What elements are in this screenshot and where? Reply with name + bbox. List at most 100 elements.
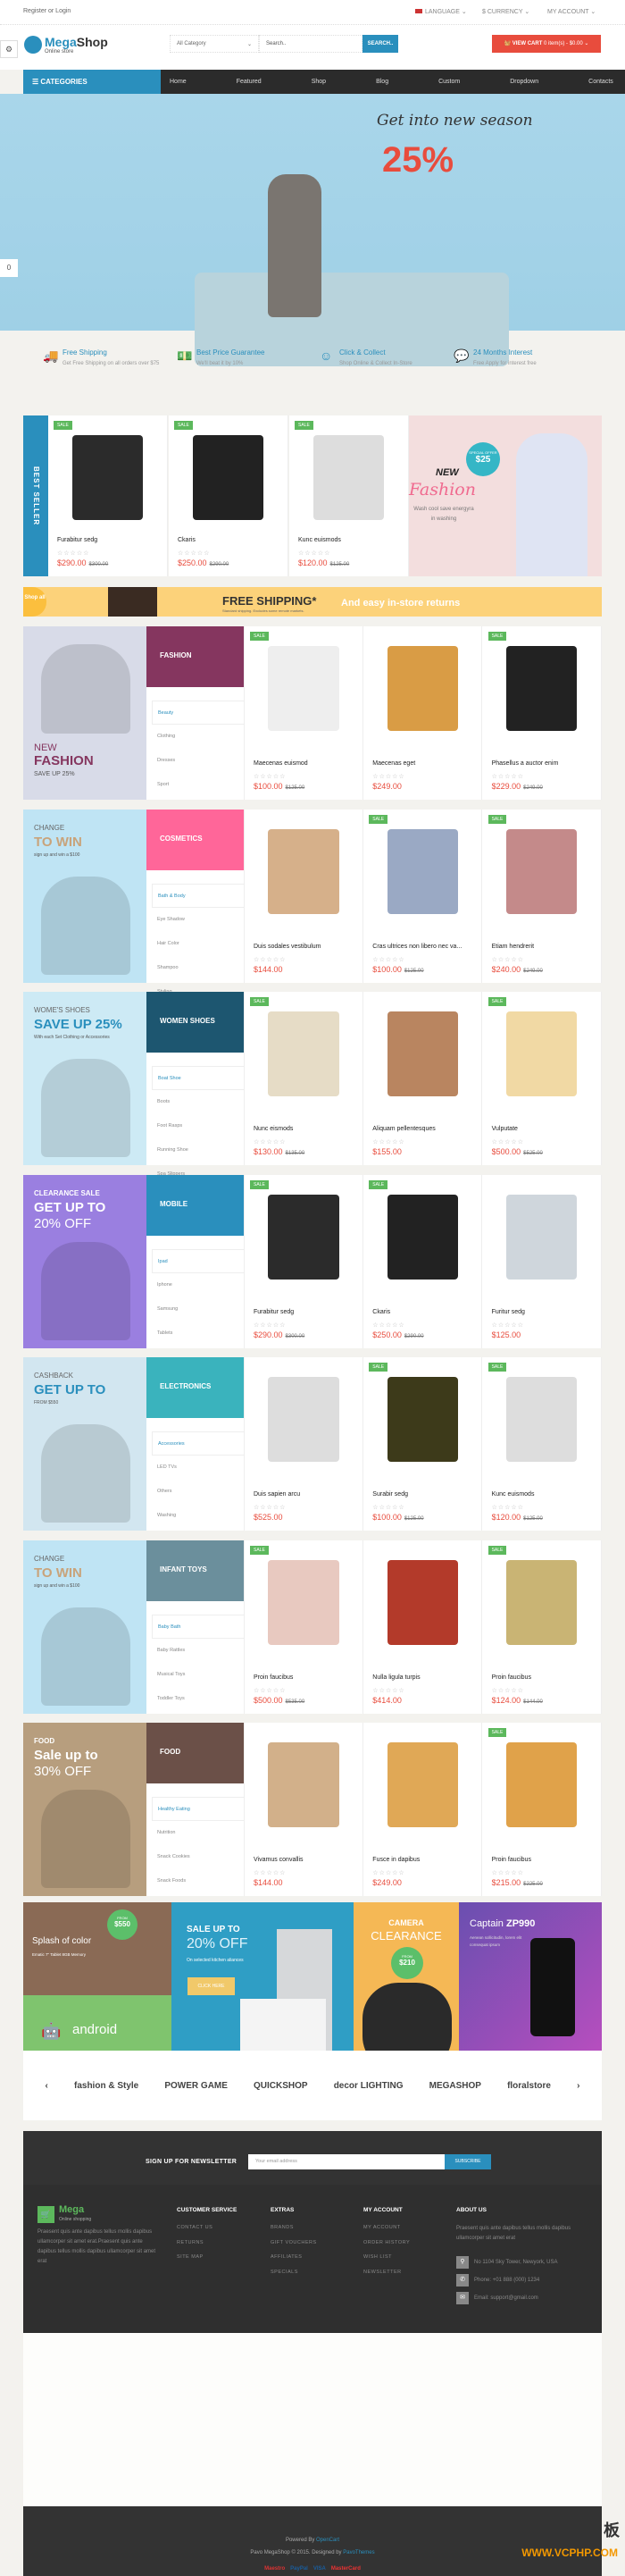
product-card[interactable]: SALE Proin faucibus ☆☆☆☆☆ $500.00 $535.00 <box>245 1540 363 1714</box>
product-image[interactable] <box>268 646 339 731</box>
footer-link[interactable]: SITE MAP <box>177 2254 204 2260</box>
product-image[interactable] <box>387 646 458 731</box>
category-banner[interactable]: CLEARANCE SALE GET UP TO 20% OFF <box>23 1174 146 1348</box>
product-image[interactable] <box>312 435 385 520</box>
product-name[interactable]: Maecenas euismod <box>254 760 308 767</box>
product-card[interactable]: SALE Ckaris ☆☆☆☆☆ $250.00 $290.00 <box>169 415 288 576</box>
category-link[interactable]: Samsung <box>146 1297 244 1322</box>
category-link[interactable]: Ipad <box>152 1248 244 1273</box>
pavothemes-link[interactable]: PavoThemes <box>343 2550 374 2555</box>
product-image[interactable] <box>71 435 144 520</box>
product-card[interactable]: SALE Vulputate ☆☆☆☆☆ $500.00 $525.00 <box>482 992 602 1165</box>
brand-logo[interactable]: fashion & Style <box>74 2081 138 2091</box>
free-shipping-banner[interactable]: Shop all FREE SHIPPING* Standard shippin… <box>23 587 602 617</box>
category-banner[interactable]: WOME'S SHOES SAVE UP 25% With each Set Clo… <box>23 992 146 1165</box>
product-card[interactable]: SALE Proin faucibus ☆☆☆☆☆ $215.00 $225.00 <box>482 1723 602 1896</box>
product-card[interactable]: Duis sapien arcu ☆☆☆☆☆ $525.00 <box>245 1357 363 1531</box>
product-image[interactable] <box>387 1194 458 1280</box>
product-image[interactable] <box>268 1194 339 1280</box>
category-banner[interactable]: CASHBACK GET UP TO FROM $550 <box>23 1357 146 1531</box>
category-link[interactable]: Boat Shoe <box>152 1066 244 1090</box>
footer-link[interactable]: RETURNS <box>177 2240 204 2245</box>
nav-item[interactable]: Shop ▾ <box>312 70 376 109</box>
settings-gear-icon[interactable]: ⚙ <box>0 40 18 58</box>
product-name[interactable]: Furitur sedg <box>492 1309 525 1315</box>
category-link[interactable]: Hair Color <box>146 932 244 956</box>
product-card[interactable]: Furitur sedg ☆☆☆☆☆ $125.00 <box>482 1174 602 1348</box>
brand-logo[interactable]: QUICKSHOP <box>254 2081 308 2091</box>
shop-all-button[interactable]: Shop all <box>23 587 46 617</box>
footer-link[interactable]: ORDER HISTORY <box>363 2240 410 2245</box>
product-image[interactable] <box>268 828 339 914</box>
product-card[interactable]: SALE Furabitur sedg ☆☆☆☆☆ $290.00 $300.00 <box>245 1174 363 1348</box>
product-image[interactable] <box>505 828 578 914</box>
newsletter-email-input[interactable]: Your email address <box>248 2154 445 2169</box>
carousel-next-icon[interactable]: › <box>577 2081 579 2091</box>
register-login-link[interactable]: Register or Login <box>23 8 71 14</box>
category-title[interactable]: INFANT TOYS <box>146 1540 244 1601</box>
product-card[interactable]: Nulla ligula turpis ☆☆☆☆☆ $414.00 <box>363 1540 483 1714</box>
category-link[interactable]: Others <box>146 1480 244 1504</box>
product-name[interactable]: Proin faucibus <box>492 1857 531 1863</box>
product-name[interactable]: Proin faucibus <box>254 1674 293 1681</box>
product-image[interactable] <box>268 1377 339 1462</box>
category-link[interactable]: Sport <box>146 773 244 797</box>
category-link[interactable]: Iphone <box>146 1273 244 1297</box>
new-fashion-banner[interactable]: SPECIAL OFFER $25 NEW Fashion Wash cool s… <box>409 415 602 576</box>
product-card[interactable]: SALE Maecenas euismod ☆☆☆☆☆ $100.00 $125.00 <box>245 626 363 800</box>
product-name[interactable]: Etiam hendrerit <box>492 944 534 950</box>
logo[interactable]: MegaShop <box>45 35 108 49</box>
category-banner[interactable]: CHANGE TO WIN sign up and win a $100 <box>23 1540 146 1714</box>
opencart-link[interactable]: OpenCart <box>316 2538 339 2543</box>
category-link[interactable]: Nutrition <box>146 1821 244 1845</box>
product-name[interactable]: Phasellus a auctor enim <box>492 760 559 767</box>
product-name[interactable]: Nulla ligula turpis <box>372 1674 420 1681</box>
footer-link[interactable]: WISH LIST <box>363 2254 392 2260</box>
footer-link[interactable]: GIFT VOUCHERS <box>271 2240 317 2245</box>
product-card[interactable]: SALE Kunc euismods ☆☆☆☆☆ $120.00 $125.00 <box>482 1357 602 1531</box>
product-name[interactable]: Ckaris <box>372 1309 390 1315</box>
product-name[interactable]: Proin faucibus <box>492 1674 531 1681</box>
product-name[interactable]: Nunc eismods <box>254 1126 293 1132</box>
click-here-button[interactable]: CLICK HERE <box>188 1977 235 1995</box>
brand-logo[interactable]: decor LIGHTING <box>334 2081 404 2091</box>
product-card[interactable]: SALE Nunc eismods ☆☆☆☆☆ $130.00 $135.00 <box>245 992 363 1165</box>
product-name[interactable]: Kunc euismods <box>298 537 341 543</box>
product-card[interactable]: SALE Cras ultrices non libero nec va... ☆☆… <box>363 809 483 983</box>
product-card[interactable]: SALE Furabitur sedg ☆☆☆☆☆ $290.00 $300.00 <box>48 415 168 576</box>
category-select[interactable]: All Category ⌄ <box>170 35 259 53</box>
category-title[interactable]: FASHION <box>146 626 244 687</box>
category-link[interactable]: Musical Toys <box>146 1663 244 1687</box>
category-link[interactable]: Washing <box>146 1504 244 1528</box>
category-banner[interactable]: CHANGE TO WIN sign up and win a $100 <box>23 809 146 983</box>
product-card[interactable]: SALE Etiam hendrerit ☆☆☆☆☆ $240.00 $249.00 <box>482 809 602 983</box>
footer-link[interactable]: SPECIALS <box>271 2270 298 2275</box>
category-link[interactable]: Tablets <box>146 1322 244 1346</box>
hero-slider[interactable]: Get into new season 25% 0 <box>0 94 625 366</box>
brand-logo[interactable]: floralstore <box>507 2081 551 2091</box>
category-link[interactable]: Eye Shadow <box>146 908 244 932</box>
product-card[interactable]: SALE Surabir sedg ☆☆☆☆☆ $100.00 $125.00 <box>363 1357 483 1531</box>
product-card[interactable]: Aliquam pellentesques ☆☆☆☆☆ $155.00 <box>363 992 483 1165</box>
product-image[interactable] <box>505 646 578 731</box>
category-link[interactable]: Beauty <box>152 701 244 725</box>
search-button[interactable]: SEARCH.. <box>362 35 398 53</box>
product-image[interactable] <box>268 1559 339 1645</box>
product-name[interactable]: Maecenas eget <box>372 760 415 767</box>
category-link[interactable]: Boots <box>146 1090 244 1114</box>
category-link[interactable]: LED TVs <box>146 1456 244 1480</box>
product-image[interactable] <box>505 1559 578 1645</box>
product-image[interactable] <box>387 1559 458 1645</box>
brand-logo[interactable]: MEGASHOP <box>429 2081 481 2091</box>
product-card[interactable]: SALE Kunc euismods ☆☆☆☆☆ $120.00 $125.00 <box>289 415 409 576</box>
product-card[interactable]: SALE Ckaris ☆☆☆☆☆ $250.00 $290.00 <box>363 1174 483 1348</box>
product-image[interactable] <box>387 1377 458 1462</box>
product-name[interactable]: Furabitur sedg <box>254 1309 294 1315</box>
category-link[interactable]: Foot Rasps <box>146 1114 244 1138</box>
product-name[interactable]: Kunc euismods <box>492 1491 535 1498</box>
product-card[interactable]: Fusce in dapibus ☆☆☆☆☆ $249.00 <box>363 1723 483 1896</box>
category-title[interactable]: WOMEN SHOES <box>146 992 244 1053</box>
footer-link[interactable]: BRANDS <box>271 2225 294 2230</box>
product-image[interactable] <box>268 1011 339 1096</box>
category-title[interactable]: MOBILE <box>146 1174 244 1236</box>
